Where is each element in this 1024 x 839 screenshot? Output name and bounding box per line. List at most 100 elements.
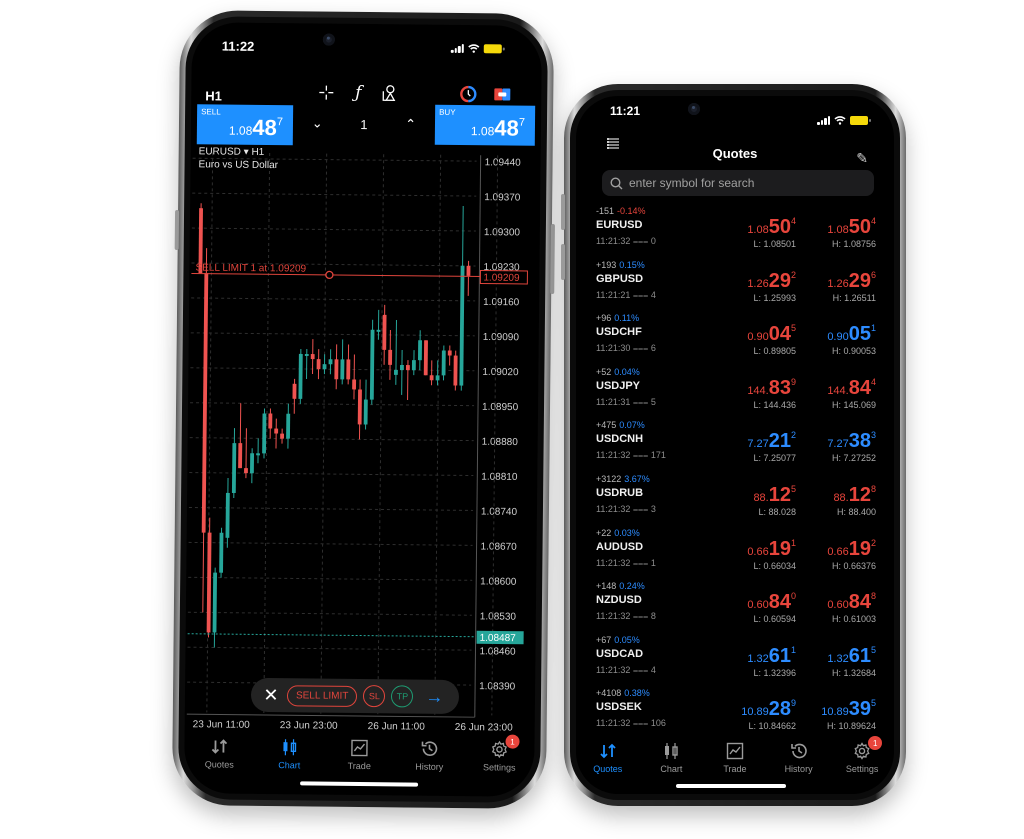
tab-settings[interactable]: Settings 1	[832, 736, 892, 774]
bid-price: 144.839	[747, 376, 796, 399]
quote-change: +52 0.04%	[596, 366, 640, 377]
quote-high: H: 88.400	[836, 506, 876, 517]
tab-quotes[interactable]: Quotes	[578, 742, 638, 774]
candle-body-bear	[382, 314, 387, 350]
quote-row[interactable]: +148 0.24% NZDUSD 11:21:32 ⩶ 8 0.60840 0.6084…	[592, 581, 882, 635]
grid-line-v	[434, 154, 442, 715]
volume-button	[174, 210, 180, 251]
quote-high: H: 0.61003	[831, 614, 876, 625]
tab-trade[interactable]: Trade	[329, 739, 389, 772]
quote-high: H: 0.66376	[831, 560, 876, 571]
page-title: Quotes	[712, 146, 758, 161]
battery-icon	[850, 115, 871, 125]
quote-change-percent: 0.24%	[619, 581, 645, 592]
quote-row[interactable]: +3122 3.67% USDRUB 11:21:32 ⩶ 3 88.125 88.128…	[592, 474, 882, 528]
tab-trade[interactable]: Trade	[705, 742, 765, 774]
quote-row[interactable]: +96 0.11% USDCHF 11:21:30 ⩶ 6 0.90045 0.90051…	[592, 313, 882, 367]
tab-settings[interactable]: Settings 1	[469, 734, 529, 773]
quote-list: -151 -0.14% EURUSD 11:21:32 ⩶ 0 1.08504 1.085…	[592, 206, 882, 742]
quote-spread: 8	[650, 611, 656, 622]
candle-body-bull	[459, 265, 465, 386]
candle-body-bull	[322, 364, 327, 370]
signal-icon	[817, 115, 830, 125]
tab-label: History	[784, 764, 813, 774]
ask-price: 10.89395	[821, 698, 876, 721]
quote-row[interactable]: +22 0.03% AUDUSD 11:21:32 ⩶ 1 0.66191 0.66192…	[592, 528, 882, 582]
take-profit-button[interactable]: TP	[391, 685, 414, 708]
chart-symbol[interactable]: EURUSD ▾ H1	[199, 146, 265, 158]
spread-icon: ⩶	[632, 396, 649, 407]
ask-price: 144.844	[827, 376, 876, 399]
grid-line-h	[187, 646, 472, 651]
quote-time: 11:21:32 ⩶ 106	[596, 718, 666, 729]
candle-body-bear	[238, 443, 243, 469]
sell-limit-button[interactable]: SELL LIMIT	[286, 684, 358, 707]
quote-row[interactable]: +52 0.04% USDJPY 11:21:31 ⩶ 5 144.839 144.844…	[592, 367, 882, 421]
close-icon[interactable]: ✕	[261, 684, 281, 705]
quote-symbol: USDCHF	[596, 326, 642, 339]
quote-change-percent: 0.04%	[614, 366, 640, 377]
candle-body-bull	[256, 453, 260, 456]
bottom-tab-bar: Quotes Chart Trade History Settings 1	[184, 734, 534, 773]
quote-row[interactable]: +67 0.05% USDCAD 11:21:32 ⩶ 4 1.32611 1.32615…	[592, 635, 882, 689]
candle-body-bear	[423, 340, 428, 376]
y-tick-label: 1.08810	[481, 472, 518, 483]
quote-row[interactable]: -151 -0.14% EURUSD 11:21:32 ⩶ 0 1.08504 1.085…	[592, 206, 882, 260]
tab-quotes[interactable]: Quotes	[189, 737, 249, 770]
y-tick-label: 1.08530	[480, 611, 517, 622]
phone-quotes: 11:21 Quotes ✎ enter symbol for search -…	[561, 84, 906, 806]
stop-loss-button[interactable]: SL	[363, 685, 386, 708]
quote-symbol: USDRUB	[596, 486, 644, 499]
candlestick-icon	[280, 738, 298, 756]
quote-symbol: USDJPY	[596, 379, 641, 392]
quote-high: H: 10.89624	[826, 721, 876, 732]
grid-line-v	[377, 154, 385, 715]
quote-change-percent: 0.38%	[624, 688, 650, 699]
notification-badge: 1	[868, 736, 883, 750]
y-tick-label: 1.09020	[482, 367, 519, 378]
candle-body-bear	[280, 433, 285, 439]
quote-change-percent: 0.05%	[614, 634, 640, 645]
quote-symbol: NZDUSD	[596, 594, 642, 607]
quote-change: +4108 0.38%	[596, 688, 650, 699]
y-tick-label: 1.08670	[481, 541, 518, 552]
y-tick-label: 1.09440	[485, 157, 522, 168]
tab-history[interactable]: History	[399, 739, 459, 772]
quote-high: H: 145.069	[831, 399, 876, 410]
y-tick-label: 1.08880	[482, 437, 519, 448]
tab-label: Settings	[482, 762, 516, 773]
quote-change: +22 0.03%	[596, 527, 640, 538]
quote-low: L: 88.028	[758, 506, 796, 517]
tab-chart[interactable]: Chart	[259, 738, 319, 771]
tab-label: Trade	[347, 760, 371, 772]
candle-body-bull	[225, 492, 230, 538]
quote-row[interactable]: +475 0.07% USDCNH 11:21:32 ⩶ 171 7.27212 7.27…	[592, 420, 882, 474]
quotes-arrows-icon	[209, 737, 229, 755]
history-clock-icon	[420, 740, 438, 758]
quote-row[interactable]: +193 0.15% GBPUSD 11:21:21 ⩶ 4 1.26292 1.2629…	[592, 260, 882, 314]
symbol-search-input[interactable]: enter symbol for search	[602, 170, 874, 196]
spread-icon: ⩶	[632, 718, 649, 729]
quote-symbol: USDCAD	[596, 647, 644, 660]
quote-row[interactable]: +4108 0.38% USDSEK 11:21:32 ⩶ 106 10.89289 10…	[592, 688, 882, 742]
spread-icon: ⩶	[632, 557, 649, 568]
tab-label: Quotes	[593, 764, 623, 774]
tab-chart[interactable]: Chart	[641, 742, 701, 774]
ask-price: 0.60848	[827, 591, 876, 614]
arrow-right-icon[interactable]: →	[425, 686, 443, 707]
tab-label: Chart	[660, 764, 683, 774]
home-indicator[interactable]	[676, 784, 786, 788]
quote-high: H: 1.32684	[831, 667, 876, 678]
candle-body-bear	[310, 354, 315, 360]
ask-price: 1.32615	[827, 644, 876, 667]
grid-line-v	[320, 153, 328, 714]
power-button	[550, 223, 555, 294]
tab-history[interactable]: History	[769, 742, 829, 774]
pencil-edit-icon[interactable]: ✎	[856, 150, 868, 167]
quote-spread: 3	[650, 503, 656, 514]
quote-change: +148 0.24%	[596, 581, 645, 592]
candle-body-bull	[304, 353, 309, 357]
tab-label: History	[415, 761, 444, 772]
candle-wick	[395, 320, 397, 385]
y-tick-label: 1.08740	[481, 507, 518, 518]
